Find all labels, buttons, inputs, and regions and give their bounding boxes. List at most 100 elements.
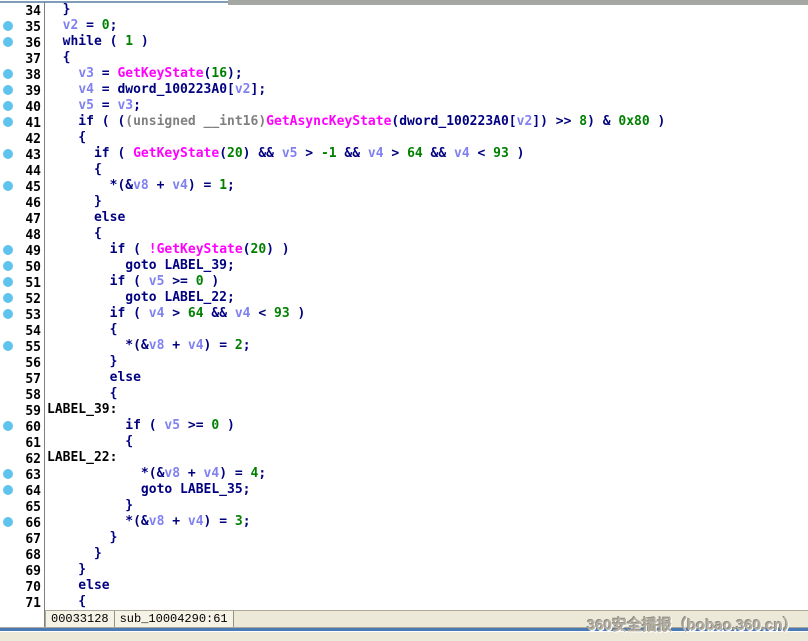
code-text[interactable]: { [45, 50, 70, 66]
code-text[interactable]: goto LABEL_35; [45, 482, 251, 498]
code-text[interactable]: } [45, 498, 133, 514]
gutter[interactable]: 40 [0, 98, 45, 114]
code-text[interactable]: v4 = dword_100223A0[v2]; [45, 82, 266, 98]
breakpoint-icon[interactable] [3, 69, 13, 79]
gutter[interactable]: 41 [0, 114, 45, 130]
code-text[interactable]: if ( ((unsigned __int16)GetAsyncKeyState… [45, 114, 665, 130]
code-line: 46 } [0, 194, 808, 210]
breakpoint-icon[interactable] [3, 421, 13, 431]
gutter[interactable]: 46 [0, 194, 45, 210]
gutter[interactable]: 49 [0, 242, 45, 258]
breakpoint-icon[interactable] [3, 341, 13, 351]
gutter[interactable]: 44 [0, 162, 45, 178]
code-text[interactable]: { [45, 434, 133, 450]
gutter[interactable]: 58 [0, 386, 45, 402]
code-text[interactable]: *(&v8 + v4) = 2; [45, 338, 251, 354]
code-text[interactable]: *(&v8 + v4) = 4; [45, 466, 266, 482]
code-text[interactable]: } [45, 194, 102, 210]
gutter[interactable]: 59 [0, 402, 45, 418]
code-text[interactable]: } [45, 546, 102, 562]
breakpoint-icon[interactable] [3, 21, 13, 31]
code-text[interactable]: if ( GetKeyState(20) && v5 > -1 && v4 > … [45, 146, 524, 162]
code-text[interactable]: if ( v5 >= 0 ) [45, 418, 235, 434]
gutter[interactable]: 38 [0, 66, 45, 82]
code-text[interactable]: { [45, 226, 102, 242]
gutter[interactable]: 60 [0, 418, 45, 434]
breakpoint-icon[interactable] [3, 469, 13, 479]
gutter[interactable]: 42 [0, 130, 45, 146]
gutter[interactable]: 55 [0, 338, 45, 354]
gutter[interactable]: 57 [0, 370, 45, 386]
breakpoint-icon[interactable] [3, 149, 13, 159]
code-text[interactable]: LABEL_22: [45, 450, 117, 466]
code-text[interactable]: else [45, 210, 125, 226]
breakpoint-icon[interactable] [3, 517, 13, 527]
gutter[interactable]: 65 [0, 498, 45, 514]
breakpoint-icon[interactable] [3, 245, 13, 255]
watermark-text: 360安全播报（bobao.360.cn） [587, 614, 798, 635]
code-text[interactable]: *(&v8 + v4) = 1; [45, 178, 235, 194]
gutter[interactable]: 61 [0, 434, 45, 450]
code-text[interactable]: LABEL_39: [45, 402, 117, 418]
code-text[interactable]: { [45, 386, 117, 402]
code-text[interactable]: } [45, 562, 86, 578]
gutter[interactable]: 56 [0, 354, 45, 370]
code-text[interactable]: if ( v5 >= 0 ) [45, 274, 219, 290]
gutter[interactable]: 48 [0, 226, 45, 242]
gutter[interactable]: 43 [0, 146, 45, 162]
gutter[interactable]: 64 [0, 482, 45, 498]
code-text[interactable]: } [45, 530, 117, 546]
line-number: 65 [25, 500, 44, 515]
breakpoint-icon[interactable] [3, 101, 13, 111]
breakpoint-icon[interactable] [3, 309, 13, 319]
gutter[interactable]: 39 [0, 82, 45, 98]
code-text[interactable]: if ( v4 > 64 && v4 < 93 ) [45, 306, 305, 322]
code-text[interactable]: goto LABEL_22; [45, 290, 235, 306]
gutter[interactable]: 52 [0, 290, 45, 306]
code-text[interactable]: } [45, 2, 70, 18]
gutter[interactable]: 66 [0, 514, 45, 530]
gutter[interactable]: 37 [0, 50, 45, 66]
gutter[interactable]: 53 [0, 306, 45, 322]
code-text[interactable]: { [45, 130, 86, 146]
gutter[interactable]: 63 [0, 466, 45, 482]
gutter[interactable]: 70 [0, 578, 45, 594]
gutter[interactable]: 68 [0, 546, 45, 562]
breakpoint-icon[interactable] [3, 85, 13, 95]
gutter[interactable]: 47 [0, 210, 45, 226]
code-text[interactable]: v3 = GetKeyState(16); [45, 66, 243, 82]
code-text[interactable]: else [45, 578, 110, 594]
breakpoint-icon[interactable] [3, 277, 13, 287]
gutter[interactable]: 34 [0, 2, 45, 18]
gutter[interactable]: 50 [0, 258, 45, 274]
breakpoint-icon[interactable] [3, 485, 13, 495]
code-text[interactable]: v2 = 0; [45, 18, 117, 34]
gutter[interactable]: 69 [0, 562, 45, 578]
code-text[interactable]: { [45, 322, 117, 338]
gutter[interactable]: 35 [0, 18, 45, 34]
line-number: 44 [25, 164, 44, 179]
breakpoint-icon[interactable] [3, 37, 13, 47]
code-text[interactable]: v5 = v3; [45, 98, 141, 114]
breakpoint-icon[interactable] [3, 181, 13, 191]
gutter[interactable]: 54 [0, 322, 45, 338]
code-text[interactable]: *(&v8 + v4) = 3; [45, 514, 251, 530]
code-text[interactable]: goto LABEL_39; [45, 258, 235, 274]
code-text[interactable]: } [45, 354, 117, 370]
gutter[interactable]: 51 [0, 274, 45, 290]
code-text[interactable]: { [45, 594, 86, 610]
code-line: 38 v3 = GetKeyState(16); [0, 66, 808, 82]
code-text[interactable]: else [45, 370, 141, 386]
gutter[interactable]: 67 [0, 530, 45, 546]
code-text[interactable]: { [45, 162, 102, 178]
code-text[interactable]: while ( 1 ) [45, 34, 149, 50]
breakpoint-icon[interactable] [3, 117, 13, 127]
breakpoint-icon[interactable] [3, 293, 13, 303]
gutter[interactable]: 62 [0, 450, 45, 466]
gutter[interactable]: 45 [0, 178, 45, 194]
gutter[interactable]: 71 [0, 594, 45, 610]
code-text[interactable]: if ( !GetKeyState(20) ) [45, 242, 290, 258]
gutter[interactable]: 36 [0, 34, 45, 50]
code-line: 51 if ( v5 >= 0 ) [0, 274, 808, 290]
breakpoint-icon[interactable] [3, 261, 13, 271]
